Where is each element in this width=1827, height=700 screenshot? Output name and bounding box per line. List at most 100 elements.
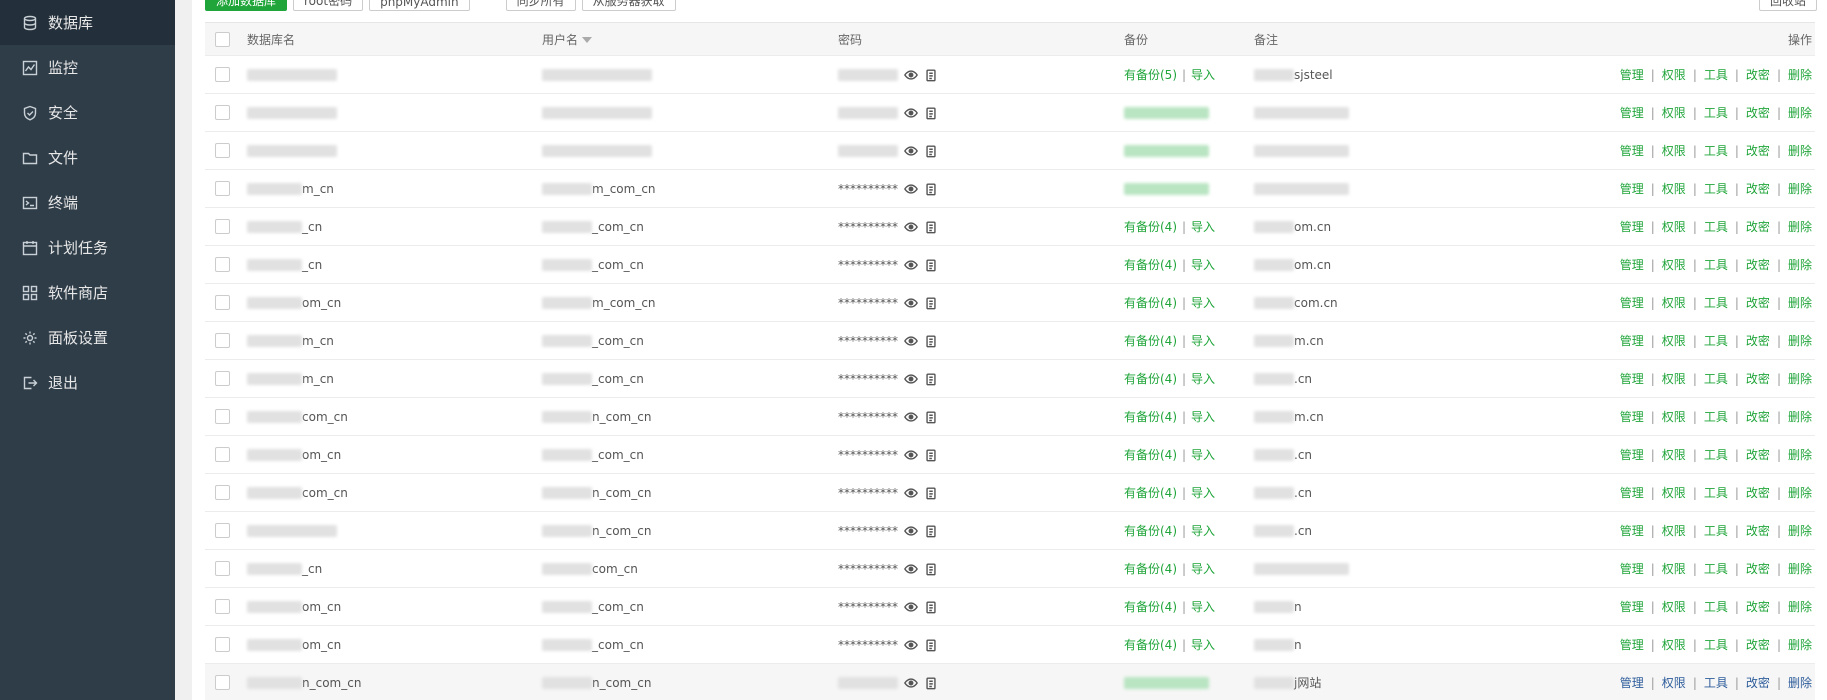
op-manage-link[interactable]: 管理 (1620, 106, 1644, 120)
op-tools-link[interactable]: 工具 (1704, 68, 1728, 82)
row-checkbox[interactable] (215, 523, 230, 538)
op-tools-link[interactable]: 工具 (1704, 562, 1728, 576)
row-checkbox[interactable] (215, 599, 230, 614)
sidebar-item-settings[interactable]: 面板设置 (0, 315, 175, 360)
op-delete-link[interactable]: 删除 (1788, 372, 1812, 386)
note-cell[interactable]: om.cn (1254, 220, 1331, 234)
header-name[interactable]: 数据库名 (247, 31, 295, 48)
op-tools-link[interactable]: 工具 (1704, 638, 1728, 652)
op-delete-link[interactable]: 删除 (1788, 562, 1812, 576)
copy-icon[interactable] (924, 258, 938, 272)
import-link[interactable]: 导入 (1191, 220, 1215, 234)
op-change-password-link[interactable]: 改密 (1746, 410, 1770, 424)
import-link[interactable]: 导入 (1191, 486, 1215, 500)
op-change-password-link[interactable]: 改密 (1746, 106, 1770, 120)
eye-icon[interactable] (904, 220, 918, 234)
op-tools-link[interactable]: 工具 (1704, 258, 1728, 272)
op-tools-link[interactable]: 工具 (1704, 182, 1728, 196)
note-cell[interactable]: .cn (1254, 524, 1312, 538)
note-cell[interactable]: com.cn (1254, 296, 1338, 310)
row-checkbox[interactable] (215, 447, 230, 462)
op-delete-link[interactable]: 删除 (1788, 676, 1812, 690)
op-tools-link[interactable]: 工具 (1704, 676, 1728, 690)
row-checkbox[interactable] (215, 561, 230, 576)
copy-icon[interactable] (924, 220, 938, 234)
copy-icon[interactable] (924, 68, 938, 82)
op-change-password-link[interactable]: 改密 (1746, 562, 1770, 576)
sync-all-button[interactable]: 同步所有 (505, 0, 576, 11)
import-link[interactable]: 导入 (1191, 334, 1215, 348)
row-checkbox[interactable] (215, 219, 230, 234)
row-checkbox[interactable] (215, 371, 230, 386)
phpmyadmin-button[interactable]: phpMyAdmin (369, 0, 470, 11)
op-delete-link[interactable]: 删除 (1788, 486, 1812, 500)
op-change-password-link[interactable]: 改密 (1746, 600, 1770, 614)
op-manage-link[interactable]: 管理 (1620, 524, 1644, 538)
import-link[interactable]: 导入 (1191, 562, 1215, 576)
op-change-password-link[interactable]: 改密 (1746, 372, 1770, 386)
backup-link[interactable]: 有备份(4) (1124, 372, 1177, 386)
note-cell[interactable] (1254, 144, 1349, 157)
note-cell[interactable]: om.cn (1254, 258, 1331, 272)
op-delete-link[interactable]: 删除 (1788, 600, 1812, 614)
op-change-password-link[interactable]: 改密 (1746, 448, 1770, 462)
sidebar-item-files[interactable]: 文件 (0, 135, 175, 180)
row-checkbox[interactable] (215, 67, 230, 82)
copy-icon[interactable] (924, 334, 938, 348)
op-manage-link[interactable]: 管理 (1620, 410, 1644, 424)
op-permission-link[interactable]: 权限 (1662, 410, 1686, 424)
op-change-password-link[interactable]: 改密 (1746, 68, 1770, 82)
copy-icon[interactable] (924, 562, 938, 576)
backup-link[interactable]: 有备份(4) (1124, 562, 1177, 576)
row-checkbox[interactable] (215, 675, 230, 690)
note-cell[interactable]: n (1254, 600, 1302, 614)
copy-icon[interactable] (924, 638, 938, 652)
op-tools-link[interactable]: 工具 (1704, 144, 1728, 158)
op-permission-link[interactable]: 权限 (1662, 448, 1686, 462)
op-delete-link[interactable]: 删除 (1788, 106, 1812, 120)
backup-link[interactable]: 有备份(4) (1124, 334, 1177, 348)
note-cell[interactable]: m.cn (1254, 410, 1324, 424)
note-cell[interactable] (1254, 106, 1349, 119)
op-manage-link[interactable]: 管理 (1620, 144, 1644, 158)
backup-link[interactable]: 有备份(4) (1124, 524, 1177, 538)
backup-link[interactable]: 有备份(4) (1124, 220, 1177, 234)
backup-link[interactable]: 有备份(4) (1124, 258, 1177, 272)
op-permission-link[interactable]: 权限 (1662, 524, 1686, 538)
copy-icon[interactable] (924, 182, 938, 196)
op-delete-link[interactable]: 删除 (1788, 182, 1812, 196)
op-tools-link[interactable]: 工具 (1704, 524, 1728, 538)
op-permission-link[interactable]: 权限 (1662, 258, 1686, 272)
op-manage-link[interactable]: 管理 (1620, 258, 1644, 272)
import-link[interactable]: 导入 (1191, 638, 1215, 652)
import-link[interactable]: 导入 (1191, 524, 1215, 538)
op-manage-link[interactable]: 管理 (1620, 182, 1644, 196)
op-permission-link[interactable]: 权限 (1662, 638, 1686, 652)
eye-icon[interactable] (904, 372, 918, 386)
op-tools-link[interactable]: 工具 (1704, 600, 1728, 614)
eye-icon[interactable] (904, 144, 918, 158)
note-cell[interactable] (1254, 562, 1349, 575)
sidebar-item-monitor[interactable]: 监控 (0, 45, 175, 90)
sidebar-item-store[interactable]: 软件商店 (0, 270, 175, 315)
backup-link[interactable]: 有备份(5) (1124, 68, 1177, 82)
copy-icon[interactable] (924, 448, 938, 462)
backup-link[interactable]: 有备份(4) (1124, 296, 1177, 310)
op-permission-link[interactable]: 权限 (1662, 486, 1686, 500)
import-link[interactable]: 导入 (1191, 448, 1215, 462)
backup-link[interactable]: 有备份(4) (1124, 448, 1177, 462)
sidebar-item-logout[interactable]: 退出 (0, 360, 175, 405)
op-manage-link[interactable]: 管理 (1620, 448, 1644, 462)
add-database-button[interactable]: 添加数据库 (205, 0, 288, 11)
eye-icon[interactable] (904, 68, 918, 82)
op-tools-link[interactable]: 工具 (1704, 448, 1728, 462)
eye-icon[interactable] (904, 448, 918, 462)
eye-icon[interactable] (904, 410, 918, 424)
eye-icon[interactable] (904, 638, 918, 652)
row-checkbox[interactable] (215, 637, 230, 652)
note-cell[interactable]: .cn (1254, 486, 1312, 500)
op-permission-link[interactable]: 权限 (1662, 106, 1686, 120)
op-permission-link[interactable]: 权限 (1662, 600, 1686, 614)
op-change-password-link[interactable]: 改密 (1746, 296, 1770, 310)
op-delete-link[interactable]: 删除 (1788, 258, 1812, 272)
